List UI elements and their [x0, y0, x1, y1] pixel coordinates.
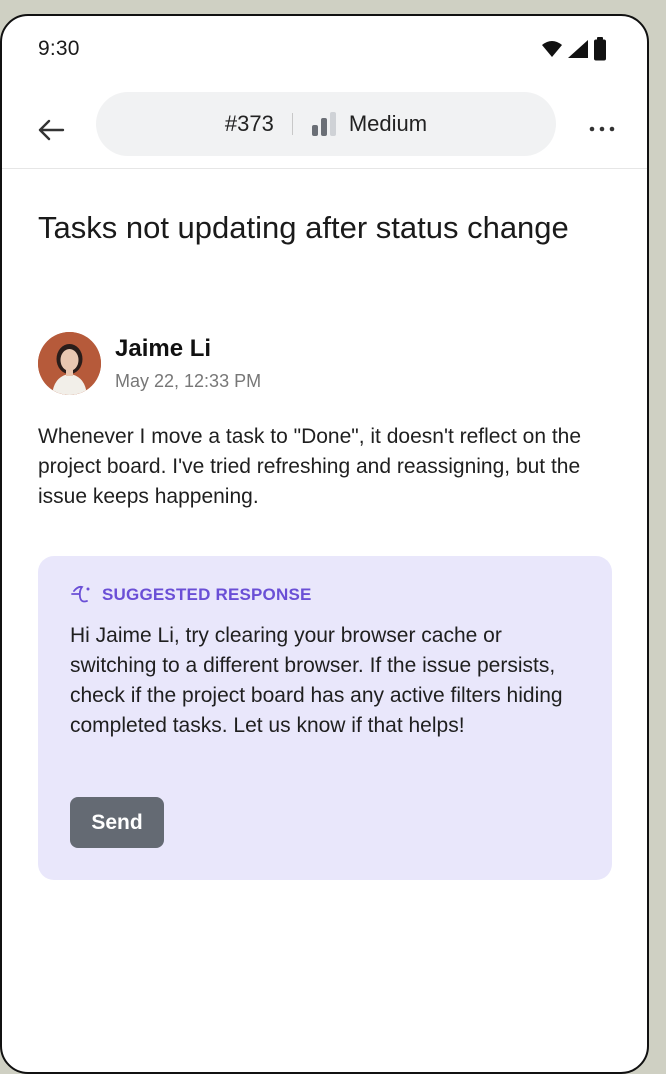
ticket-info-pill[interactable]: #373 Medium	[96, 92, 556, 156]
ticket-title: Tasks not updating after status change	[38, 210, 569, 245]
cell-signal-icon	[568, 40, 588, 58]
sparkle-script-icon	[71, 585, 90, 603]
back-button[interactable]	[34, 113, 68, 147]
priority-label: Medium	[348, 111, 428, 136]
avatar	[38, 332, 101, 395]
phone-frame: 9:30 #373 Medium Tasks not updating afte…	[0, 14, 649, 1074]
more-options-button[interactable]	[584, 120, 620, 138]
top-app-bar: #373 Medium	[2, 90, 647, 169]
status-time: 9:30	[38, 37, 80, 60]
pill-divider	[291, 113, 293, 135]
author-block: Jaime Li May 22, 12:33 PM	[38, 332, 261, 395]
author-meta: Jaime Li May 22, 12:33 PM	[115, 335, 261, 392]
suggested-response-text: Hi Jaime Li, try clearing your browser c…	[70, 624, 563, 737]
more-horizontal-icon	[589, 126, 615, 132]
arrow-left-icon	[38, 119, 65, 141]
suggested-response-label: SUGGESTED RESPONSE	[102, 585, 312, 604]
wifi-icon	[542, 41, 562, 57]
suggested-response-card: SUGGESTED RESPONSE Hi Jaime Li, try clea…	[38, 556, 612, 880]
battery-icon	[594, 37, 606, 61]
message-body: Whenever I move a task to "Done", it doe…	[38, 425, 582, 508]
suggested-response-header: SUGGESTED RESPONSE	[70, 584, 312, 606]
priority-indicator: Medium	[311, 111, 427, 137]
send-button[interactable]: Send	[70, 797, 164, 848]
ticket-id: #373	[224, 111, 274, 136]
status-bar: 9:30	[38, 36, 607, 62]
author-name: Jaime Li	[115, 335, 212, 362]
priority-bars-icon	[311, 112, 336, 136]
status-icons	[541, 37, 607, 61]
author-timestamp: May 22, 12:33 PM	[115, 371, 262, 391]
